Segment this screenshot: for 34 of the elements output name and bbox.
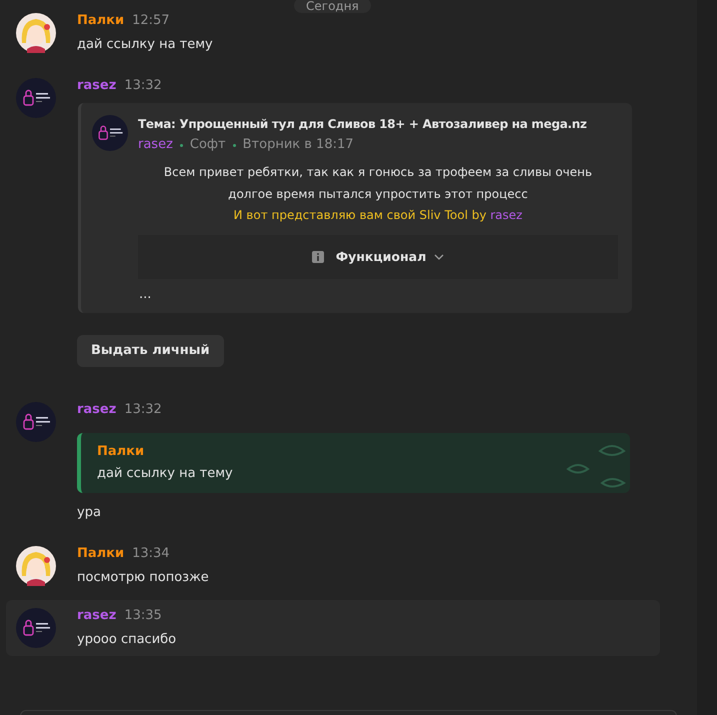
message-time: 13:32 [124,78,162,94]
embed-date: Вторник в 18:17 [242,137,354,153]
reply-author: Палки [97,443,146,461]
message-time: 12:57 [132,13,170,29]
avatar [16,13,56,53]
reply-quote[interactable]: Палки дай ссылку на тему [77,433,630,493]
message-time: 13:34 [132,546,170,562]
action-button[interactable]: Выдать личный [77,335,224,367]
message-text: ура [77,505,102,521]
avatar [16,608,56,648]
embed-highlight-text: И вот представляю вам свой Sliv Tool by rasez [234,207,522,224]
avatar [16,78,56,118]
embed-category: Софт [190,137,226,153]
author-name[interactable]: rasez [77,608,116,624]
reply-text: дай ссылку на тему [97,465,234,483]
embed-ellipsis: ... [139,287,152,303]
info-icon [312,251,324,263]
avatar [16,546,56,586]
author-name[interactable]: rasez [77,402,116,418]
author-name[interactable]: rasez [77,78,116,94]
author-name[interactable]: Палки [77,13,124,29]
author-name[interactable]: Палки [77,546,124,562]
embed-title[interactable]: Тема: Упрощенный тул для Сливов 18+ + Автозаливер на mega.nz [138,115,587,133]
avatar [92,115,128,151]
message-text: посмотрю попозже [77,570,210,586]
message-time: 13:32 [124,402,162,418]
embed-body-text: Всем привет ребятки, так как я гонюсь за трофеем за сливы очень долгое время пытался упростить этот процесс [162,164,594,203]
message-time: 13:35 [124,608,162,624]
embed-author[interactable]: rasez [138,137,173,153]
avatar [16,402,56,442]
spoiler-toggle[interactable]: Функционал [138,235,618,279]
message-text: урооо спасибо [77,632,178,648]
message-text: дай ссылку на тему [77,37,214,53]
chevron-down-icon [434,254,444,260]
